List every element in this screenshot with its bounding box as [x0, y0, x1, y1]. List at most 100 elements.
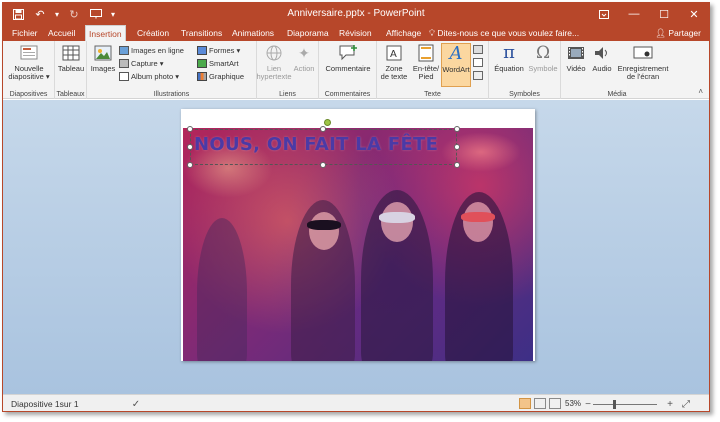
comment-button[interactable]: Commentaire [321, 43, 375, 73]
face-left [309, 212, 339, 250]
screen-recording-label-2: de l'écran [626, 72, 660, 81]
ribbon-display-options-icon[interactable] [589, 3, 619, 25]
resize-handle-tr[interactable] [454, 126, 460, 132]
table-icon [60, 43, 82, 63]
tab-affichage[interactable]: Affichage [383, 25, 424, 41]
group-label-texte: Texte [424, 91, 441, 98]
new-slide-icon [18, 43, 40, 63]
slide-sorter-button[interactable] [534, 398, 546, 409]
resize-handle-tl[interactable] [187, 126, 193, 132]
date-time-icon[interactable] [473, 44, 485, 55]
group-label-illustrations: Illustrations [153, 91, 190, 98]
speaker-icon [591, 43, 613, 63]
textbox-label-2: de texte [380, 72, 408, 81]
film-icon [565, 43, 587, 63]
hyperlink-button[interactable]: Lien hypertexte [256, 43, 292, 81]
tell-me-box[interactable]: 💡︎ Dites-nous ce que vous voulez faire..… [429, 25, 579, 41]
tab-transitions[interactable]: Transitions [178, 25, 225, 41]
omega-icon: Ω [535, 43, 551, 63]
resize-handle-mr[interactable] [454, 144, 460, 150]
ribbon-tabs: Fichier Accueil Insertion Création Trans… [3, 25, 709, 42]
zoom-in-icon[interactable]: + [663, 398, 677, 410]
smartart-button[interactable]: SmartArt [197, 58, 239, 69]
symbol-label: Symbole [528, 64, 558, 73]
textbox-button[interactable]: A Zone de texte [379, 43, 409, 81]
video-label: Vidéo [566, 64, 586, 73]
symbol-button[interactable]: Ω Symbole [527, 43, 559, 73]
comment-icon [337, 43, 359, 63]
share-button[interactable]: 👤︎ Partager [655, 25, 701, 41]
resize-handle-bl[interactable] [187, 162, 193, 168]
shapes-icon [197, 46, 207, 55]
table-button[interactable]: Tableau [57, 43, 85, 73]
chart-icon [197, 72, 207, 81]
tab-accueil[interactable]: Accueil [45, 25, 78, 41]
chart-label: Graphique [209, 72, 245, 81]
screen-record-icon [632, 43, 654, 63]
action-star-icon: ✦ [298, 45, 310, 61]
slide-number-icon[interactable] [473, 57, 485, 68]
tab-revision[interactable]: Révision [336, 25, 375, 41]
zoom-slider[interactable] [593, 404, 657, 405]
hash-icon [473, 58, 483, 67]
object-insert-icon [473, 71, 483, 80]
online-images-button[interactable]: Images en ligne [119, 45, 184, 56]
group-illustrations: Images Images en ligne Capture ▾ Album p… [87, 41, 257, 99]
slide-canvas[interactable]: NOUS, ON FAIT LA FÊTE [181, 109, 535, 361]
header-footer-icon [415, 43, 437, 63]
object-icon[interactable] [473, 70, 485, 81]
normal-view-button[interactable] [519, 398, 531, 409]
title-bar: ↶ ▾ ↻ ▾ Anniversaire.pptx - PowerPoint —… [3, 3, 709, 25]
group-label-media: Média [607, 91, 627, 98]
wordart-button[interactable]: A WordArt [441, 43, 471, 87]
equation-button[interactable]: π Équation [493, 43, 525, 73]
tab-creation[interactable]: Création [134, 25, 172, 41]
collapse-ribbon-icon[interactable]: ˄ [698, 87, 703, 96]
screen-recording-button[interactable]: Enregistrement de l'écran [615, 43, 671, 81]
powerpoint-window: ↶ ▾ ↻ ▾ Anniversaire.pptx - PowerPoint —… [2, 2, 710, 412]
close-icon[interactable]: ✕ [679, 3, 709, 25]
action-button[interactable]: ✦ Action [291, 43, 317, 73]
textbox-icon: A [383, 43, 405, 63]
minimize-icon[interactable]: — [619, 3, 649, 25]
shapes-label: Formes ▾ [209, 46, 241, 55]
resize-handle-tc[interactable] [320, 126, 326, 132]
status-bar: Diapositive 1sur 1 ✓ 53% − + ⤢ [3, 394, 709, 411]
tab-diaporama[interactable]: Diaporama [284, 25, 332, 41]
images-button[interactable]: Images [89, 43, 117, 73]
tab-fichier[interactable]: Fichier [9, 25, 41, 41]
new-slide-button[interactable]: Nouvelle diapositive ▾ [7, 43, 51, 81]
spellcheck-icon[interactable]: ✓ [129, 398, 143, 410]
screenshot-button[interactable]: Capture ▾ [119, 58, 164, 69]
slide-title[interactable]: NOUS, ON FAIT LA FÊTE [194, 134, 438, 155]
resize-handle-br[interactable] [454, 162, 460, 168]
video-button[interactable]: Vidéo [563, 43, 589, 73]
resize-handle-bc[interactable] [320, 162, 326, 168]
tab-animations[interactable]: Animations [229, 25, 277, 41]
audio-button[interactable]: Audio [589, 43, 615, 73]
equation-label: Équation [494, 64, 524, 73]
window-controls: — ☐ ✕ [589, 3, 709, 25]
maximize-icon[interactable]: ☐ [649, 3, 679, 25]
zoom-slider-thumb[interactable] [613, 400, 616, 409]
slide-position: Diapositive 1sur 1 [11, 399, 79, 409]
comment-label: Commentaire [325, 64, 371, 73]
rotation-handle[interactable] [324, 119, 331, 126]
group-texte: A Zone de texte En-tête/ Pied A WordArt … [377, 41, 489, 99]
shapes-button[interactable]: Formes ▾ [197, 45, 240, 56]
group-liens: Lien hypertexte ✦ Action Liens [256, 41, 319, 99]
group-label-liens: Liens [279, 91, 296, 98]
face-right [463, 202, 493, 242]
online-images-label: Images en ligne [131, 46, 184, 55]
header-footer-button[interactable]: En-tête/ Pied [411, 43, 441, 81]
image-icon [92, 43, 114, 63]
header-footer-label-2: Pied [418, 72, 434, 81]
chart-button[interactable]: Graphique [197, 71, 244, 82]
resize-handle-ml[interactable] [187, 144, 193, 150]
photo-album-button[interactable]: Album photo ▾ [119, 71, 179, 82]
group-tableaux: Tableau Tableaux [55, 41, 87, 99]
zoom-level[interactable]: 53% [565, 399, 581, 408]
reading-view-button[interactable] [549, 398, 561, 409]
fit-to-window-icon[interactable]: ⤢ [679, 398, 693, 410]
tab-insertion[interactable]: Insertion [85, 25, 126, 42]
